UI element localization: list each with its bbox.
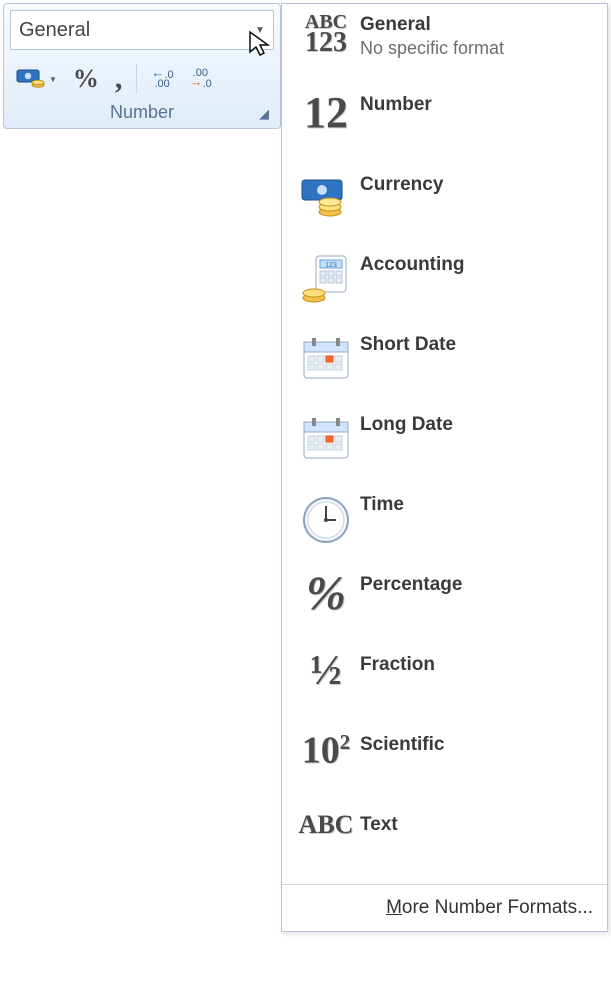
format-option-title: Short Date [360,334,599,356]
percent-icon: % [73,64,99,94]
format-option-title: Percentage [360,574,599,596]
more-number-formats-label: More Number Formats... [386,897,593,918]
accounting-icon: 123 [292,254,360,306]
percent-style-button[interactable]: % [69,64,103,94]
format-option-fraction[interactable]: ½Fraction [282,644,607,724]
tenpow-icon: 102 [292,734,360,767]
format-option-shortdate[interactable]: Short Date [282,324,607,404]
abc123-icon: ABC123 [292,14,360,55]
format-option-scientific[interactable]: 102Scientific [282,724,607,804]
number-format-combo[interactable]: General ▼ [10,10,274,50]
format-option-title: Accounting [360,254,599,276]
12-icon: 12 [292,94,360,131]
format-option-longdate[interactable]: Long Date [282,404,607,484]
format-option-title: Long Date [360,414,599,436]
ribbon-group-label: Number [110,102,174,123]
svg-text:123: 123 [325,262,337,269]
currency-icon [292,174,360,222]
format-option-title: Number [360,94,599,116]
format-option-general[interactable]: ABC123GeneralNo specific format [282,4,607,84]
abc-icon: ABC [292,814,360,836]
format-option-subtitle: No specific format [360,38,599,59]
format-option-title: Text [360,814,599,836]
decrease-decimal-button[interactable]: .00→.0 [186,64,216,94]
format-option-percentage[interactable]: %Percentage [282,564,607,644]
format-option-text[interactable]: ABCText [282,804,607,884]
number-format-dropdown: ABC123GeneralNo specific format12NumberC… [281,3,608,932]
format-option-time[interactable]: Time [282,484,607,564]
separator [136,64,137,94]
ribbon-buttons-row: ▼ % , ←.0 .00 .00→.0 [10,60,274,98]
calendar-icon [292,414,360,462]
decrease-decimal-icon: .00→.0 [190,69,212,89]
format-option-accounting[interactable]: 123 Accounting [282,244,607,324]
ribbon-group-footer: Number ◢ [10,98,274,126]
increase-decimal-icon: ←.0 .00 [151,69,173,89]
more-number-formats-item[interactable]: More Number Formats... [282,884,607,931]
ribbon-number-group: General ▼ ▼ % , ←.0 .00 [3,3,281,129]
clock-icon [292,494,360,546]
increase-decimal-button[interactable]: ←.0 .00 [147,64,177,94]
format-option-title: General [360,14,599,36]
chevron-down-icon: ▼ [247,25,273,36]
format-option-currency[interactable]: Currency [282,164,607,244]
number-format-combo-value: General [19,19,247,42]
format-option-title: Fraction [360,654,599,676]
accounting-format-button[interactable]: ▼ [12,64,61,94]
comma-style-button[interactable]: , [111,64,127,94]
format-option-title: Currency [360,174,599,196]
format-option-title: Time [360,494,599,516]
money-icon [16,67,46,91]
comma-icon: , [115,72,123,86]
format-option-number[interactable]: 12Number [282,84,607,164]
calendar-icon [292,334,360,382]
chevron-down-icon: ▼ [49,75,57,84]
dialog-launcher-icon[interactable]: ◢ [256,106,272,122]
format-option-title: Scientific [360,734,599,756]
fraction-icon: ½ [292,654,360,690]
percent-icon: % [292,574,360,615]
